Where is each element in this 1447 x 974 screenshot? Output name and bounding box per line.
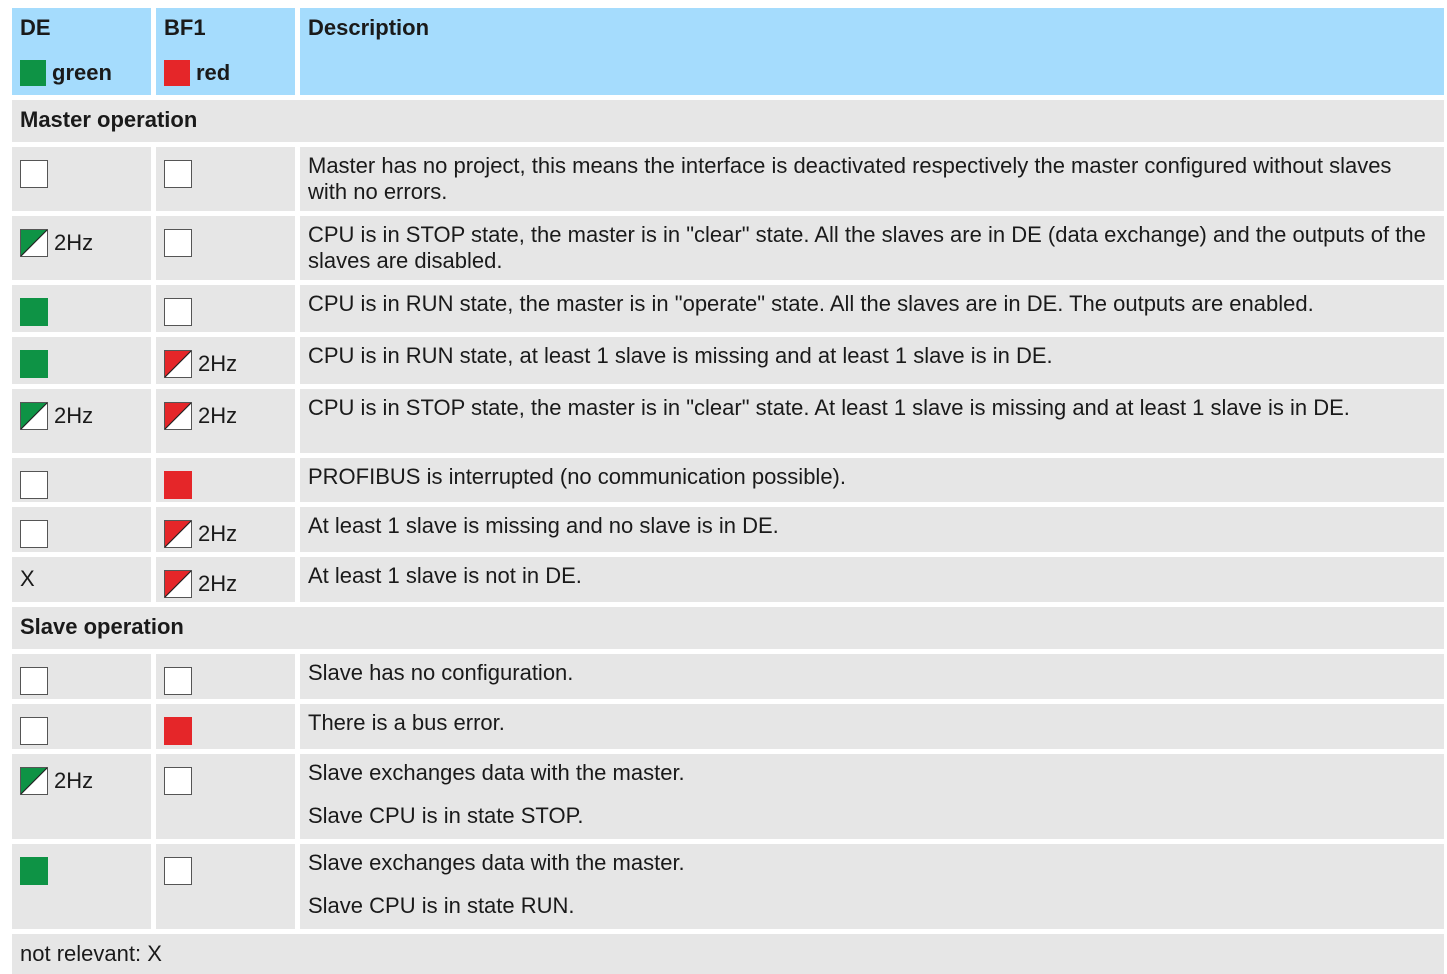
bf1-led-cell: 2Hz — [156, 337, 295, 384]
de-led-cell: 2Hz — [12, 216, 151, 280]
header-de-title: DE — [20, 15, 51, 40]
master-section-title: Master operation — [12, 100, 1444, 142]
de-led-cell — [12, 654, 151, 699]
description-cell: At least 1 slave is missing and no slave… — [300, 507, 1444, 552]
description-text: Slave exchanges data with the master. — [308, 760, 685, 785]
de-led-cell — [12, 285, 151, 332]
de-led-cell: 2Hz — [12, 754, 151, 839]
description-cell: CPU is in STOP state, the master is in "… — [300, 216, 1444, 280]
header-de-color: green — [52, 60, 112, 85]
de-led-frequency: 2Hz — [54, 230, 94, 255]
description-text: CPU is in STOP state, the master is in "… — [308, 395, 1350, 420]
bf1-led-cell — [156, 754, 295, 839]
bf1-led-frequency: 2Hz — [198, 521, 238, 546]
bf1-led-cell — [156, 147, 295, 211]
off-led-icon — [164, 160, 192, 188]
off-led-icon — [164, 229, 192, 257]
green-led-icon — [20, 857, 48, 885]
off-led-icon — [20, 667, 48, 695]
de-led-cell — [12, 337, 151, 384]
description-text: Master has no project, this means the in… — [308, 153, 1392, 204]
de-led-not-relevant: X — [20, 566, 35, 591]
description-text: At least 1 slave is not in DE. — [308, 563, 582, 588]
description-cell: Slave exchanges data with the master. Sla… — [300, 754, 1444, 839]
description-cell: Slave exchanges data with the master. Sla… — [300, 844, 1444, 929]
description-cell: CPU is in RUN state, the master is in "o… — [300, 285, 1444, 332]
de-led-cell — [12, 458, 151, 502]
blinking-green-led-icon — [20, 402, 48, 430]
slave-section-title: Slave operation — [12, 607, 1444, 649]
de-led-cell — [12, 704, 151, 749]
off-led-icon — [20, 160, 48, 188]
description-cell: There is a bus error. — [300, 704, 1444, 749]
bf1-led-cell: 2Hz — [156, 507, 295, 552]
description-cell: Master has no project, this means the in… — [300, 147, 1444, 211]
blinking-red-led-icon — [164, 350, 192, 378]
off-led-icon — [164, 767, 192, 795]
bf1-led-frequency: 2Hz — [198, 571, 238, 596]
description-text: There is a bus error. — [308, 710, 505, 735]
description-text: Slave CPU is in state STOP. — [308, 803, 584, 828]
description-cell: Slave has no configuration. — [300, 654, 1444, 699]
description-cell: CPU is in RUN state, at least 1 slave is… — [300, 337, 1444, 384]
blinking-green-led-icon — [20, 229, 48, 257]
header-bf1-color: red — [196, 60, 231, 85]
bf1-led-frequency: 2Hz — [198, 351, 238, 376]
red-led-icon — [164, 60, 190, 86]
de-led-frequency: 2Hz — [54, 768, 94, 793]
bf1-led-cell — [156, 458, 295, 502]
led-status-table: DE green BF1 red Description Master oper… — [12, 8, 1444, 974]
bf1-led-cell — [156, 285, 295, 332]
description-cell: PROFIBUS is interrupted (no communicatio… — [300, 458, 1444, 502]
bf1-led-cell — [156, 216, 295, 280]
blinking-green-led-icon — [20, 767, 48, 795]
off-led-icon — [164, 857, 192, 885]
bf1-led-frequency: 2Hz — [198, 403, 238, 428]
description-text: Slave CPU is in state RUN. — [308, 893, 575, 918]
blinking-red-led-icon — [164, 520, 192, 548]
bf1-led-cell: 2Hz — [156, 389, 295, 453]
description-text: Slave has no configuration. — [308, 660, 574, 685]
off-led-icon — [164, 667, 192, 695]
header-description: Description — [300, 8, 1444, 95]
off-led-icon — [164, 298, 192, 326]
de-led-cell: 2Hz — [12, 389, 151, 453]
de-led-cell: X — [12, 557, 151, 602]
description-text: CPU is in RUN state, at least 1 slave is… — [308, 343, 1053, 368]
off-led-icon — [20, 520, 48, 548]
de-led-cell — [12, 507, 151, 552]
header-bf1: BF1 red — [156, 8, 295, 95]
de-led-cell — [12, 844, 151, 929]
header-de: DE green — [12, 8, 151, 95]
off-led-icon — [20, 471, 48, 499]
description-text: Slave exchanges data with the master. — [308, 850, 685, 875]
bf1-led-cell — [156, 654, 295, 699]
bf1-led-cell — [156, 704, 295, 749]
footer-note: not relevant: X — [12, 934, 1444, 974]
green-led-icon — [20, 350, 48, 378]
header-description-title: Description — [308, 15, 430, 40]
green-led-icon — [20, 60, 46, 86]
de-led-cell — [12, 147, 151, 211]
blinking-red-led-icon — [164, 570, 192, 598]
description-cell: CPU is in STOP state, the master is in "… — [300, 389, 1444, 453]
bf1-led-cell: 2Hz — [156, 557, 295, 602]
description-text: CPU is in STOP state, the master is in "… — [308, 222, 1426, 273]
green-led-icon — [20, 298, 48, 326]
description-text: At least 1 slave is missing and no slave… — [308, 513, 779, 538]
red-led-icon — [164, 717, 192, 745]
header-bf1-title: BF1 — [164, 15, 206, 40]
red-led-icon — [164, 471, 192, 499]
description-text: PROFIBUS is interrupted (no communicatio… — [308, 464, 846, 489]
off-led-icon — [20, 717, 48, 745]
bf1-led-cell — [156, 844, 295, 929]
description-text: CPU is in RUN state, the master is in "o… — [308, 291, 1314, 316]
description-cell: At least 1 slave is not in DE. — [300, 557, 1444, 602]
de-led-frequency: 2Hz — [54, 403, 94, 428]
blinking-red-led-icon — [164, 402, 192, 430]
